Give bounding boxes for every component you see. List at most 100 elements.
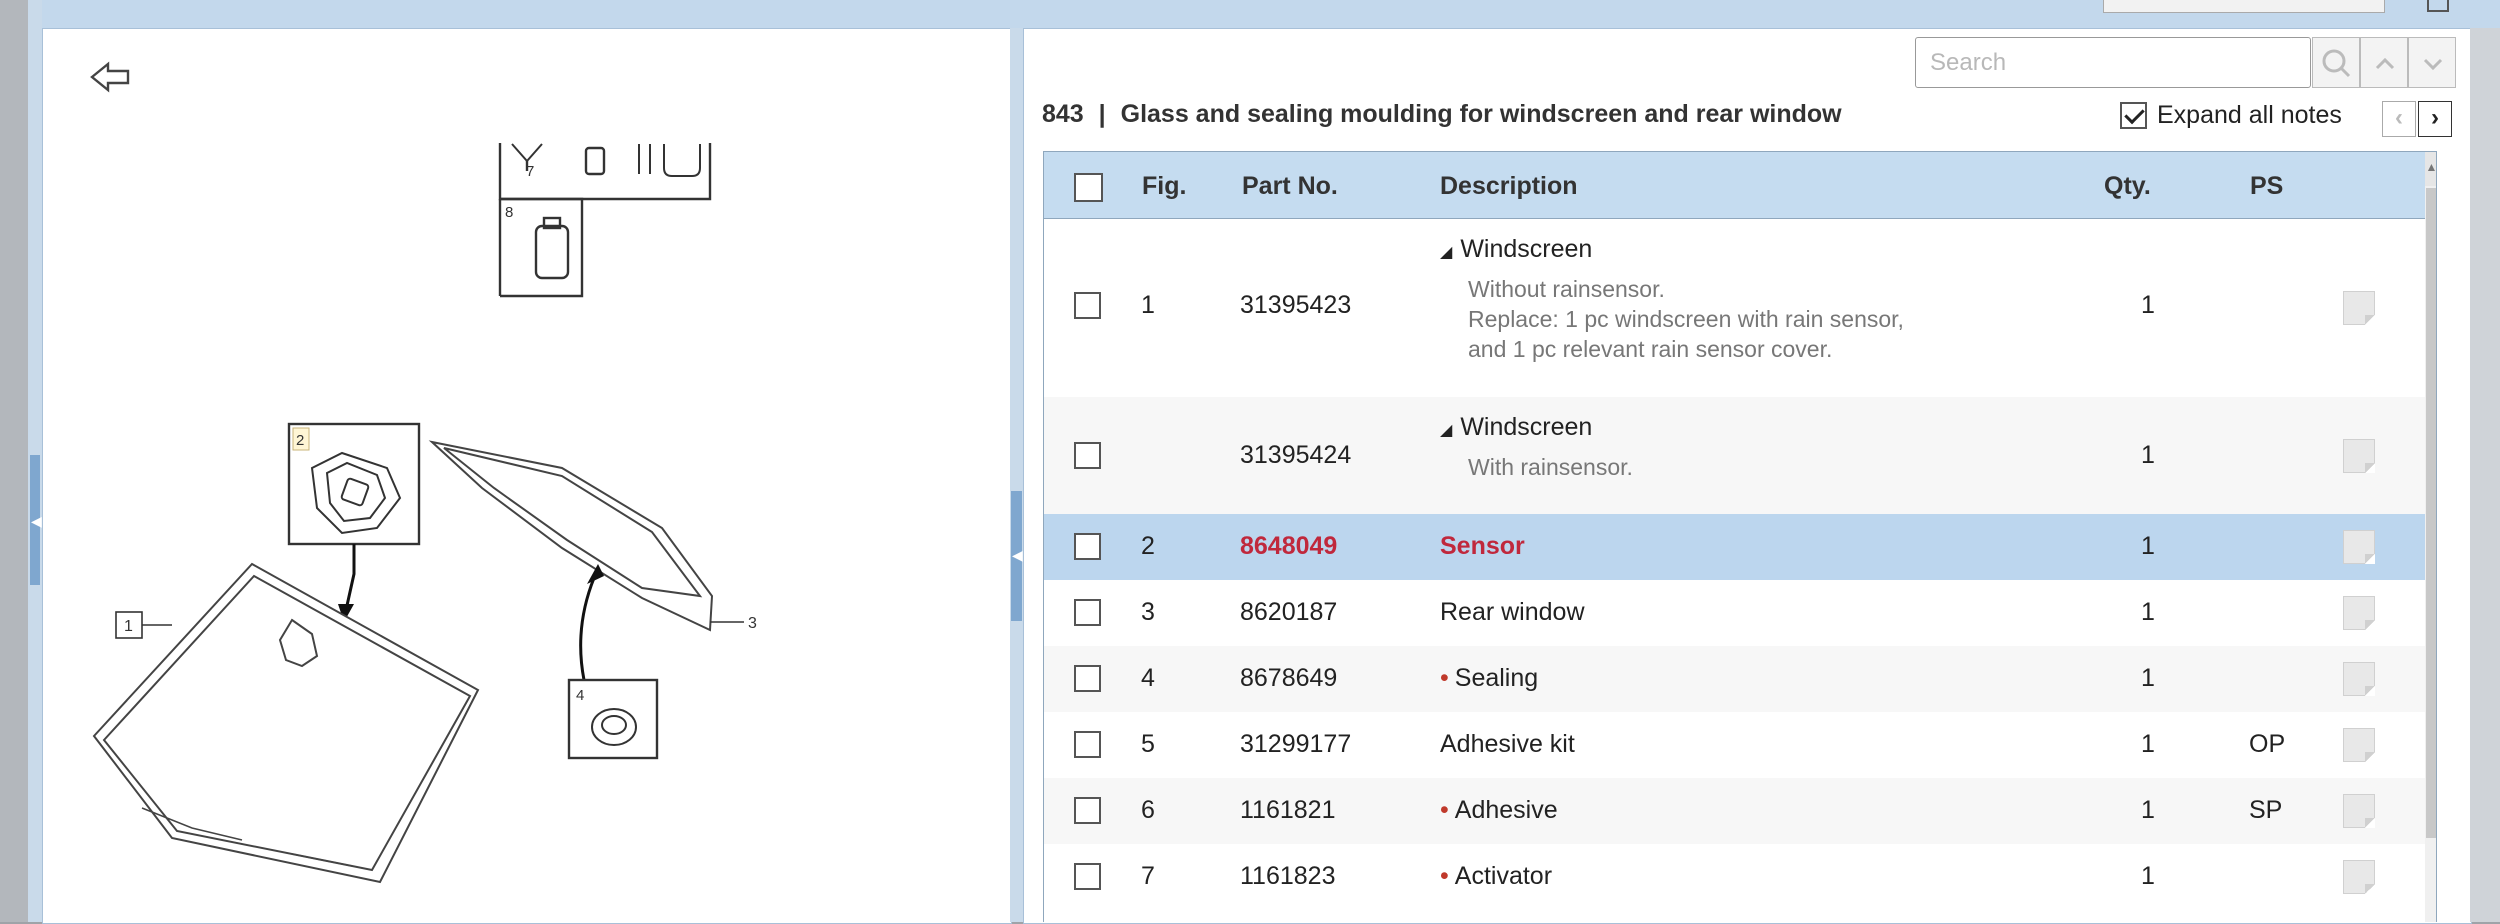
part-no-cell[interactable]: 31395424: [1240, 441, 1351, 470]
note-icon[interactable]: [2343, 860, 2375, 894]
prev-page-button[interactable]: ‹: [2382, 101, 2416, 137]
note-line: and 1 pc relevant rain sensor cover.: [1468, 336, 1833, 362]
part-no-cell[interactable]: 31395423: [1240, 291, 1351, 320]
table-header: Fig. Part No. Description Qty. PS: [1044, 152, 2425, 219]
qty-cell: 1: [2141, 598, 2155, 626]
note-icon[interactable]: [2343, 291, 2375, 325]
description-cell: Sensor: [1440, 532, 1525, 560]
row-checkbox[interactable]: [1074, 731, 1101, 758]
note-icon[interactable]: [2343, 728, 2375, 762]
note-icon[interactable]: [2343, 662, 2375, 696]
collapse-left-handle[interactable]: ◀: [30, 455, 42, 585]
description-text: Adhesive: [1454, 796, 1558, 824]
panel-splitter[interactable]: ◀: [1010, 28, 1023, 922]
title-separator: |: [1098, 100, 1106, 128]
chevron-down-icon: [2423, 58, 2443, 71]
table-row[interactable]: 1 31395423 ◢ Windscreen Without rainsenso…: [1044, 219, 2425, 397]
vertical-scrollbar[interactable]: ▲: [2425, 152, 2436, 922]
part-no-cell[interactable]: 8678649: [1240, 664, 1337, 693]
description-cell: Rear window: [1440, 598, 1585, 626]
description-text: Windscreen: [1460, 235, 1593, 263]
qty-cell: 1: [2141, 664, 2155, 692]
part-no-cell[interactable]: 1161821: [1240, 796, 1335, 825]
description-text: Windscreen: [1460, 413, 1593, 441]
fig-cell: 2: [1141, 532, 1155, 560]
expand-all-notes[interactable]: Expand all notes: [2120, 98, 2342, 132]
left-gutter: ◀: [0, 0, 42, 922]
select-all-checkbox[interactable]: [1074, 173, 1103, 202]
search-prev-button[interactable]: [2360, 37, 2408, 88]
right-gutter: [2470, 28, 2500, 922]
collapse-triangle-icon[interactable]: ◢: [1440, 422, 1452, 439]
row-checkbox[interactable]: [1074, 599, 1101, 626]
row-checkbox[interactable]: [1074, 797, 1101, 824]
ps-cell: SP: [2249, 796, 2283, 824]
scrollbar-thumb[interactable]: [2426, 188, 2436, 838]
chevron-left-icon: ◀: [1012, 547, 1023, 563]
row-checkbox[interactable]: [1074, 863, 1101, 890]
fig-cell: 5: [1141, 730, 1155, 758]
table-row-selected[interactable]: 2 8648049 Sensor 1: [1044, 514, 2425, 580]
part-no-cell[interactable]: 8648049: [1240, 532, 1337, 561]
collapse-triangle-icon[interactable]: ◢: [1440, 244, 1452, 261]
row-checkbox[interactable]: [1074, 665, 1101, 692]
qty-cell: 1: [2141, 796, 2155, 824]
ps-cell: OP: [2249, 730, 2286, 758]
qty-cell: 1: [2141, 441, 2155, 469]
callout-1: 1: [124, 618, 133, 635]
qty-cell: 1: [2141, 291, 2155, 319]
header-part-no[interactable]: Part No.: [1242, 172, 1338, 201]
part-no-cell[interactable]: 31299177: [1240, 730, 1351, 759]
bullet-icon: •: [1440, 796, 1449, 824]
expand-all-checkbox[interactable]: [2120, 101, 2147, 129]
collapse-handle[interactable]: ◀: [1011, 491, 1023, 621]
table-row[interactable]: 6 1161821 • Adhesive 1 SP: [1044, 778, 2425, 844]
part-no-cell[interactable]: 8620187: [1240, 598, 1337, 627]
search-input[interactable]: [1915, 37, 2311, 88]
search-next-button[interactable]: [2408, 37, 2456, 88]
description-cell: ◢ Windscreen With rainsensor.: [1440, 413, 1633, 482]
note-icon[interactable]: [2343, 794, 2375, 828]
chevron-right-icon: ›: [2431, 104, 2439, 131]
description-cell: Adhesive kit: [1440, 730, 1575, 758]
callout-4: 4: [576, 687, 584, 704]
search-icon: [2322, 49, 2351, 78]
top-toolbar-strip: [0, 0, 2500, 28]
fig-cell: 7: [1141, 862, 1155, 890]
toolbar-button[interactable]: [2103, 0, 2385, 13]
table-row[interactable]: 31395424 ◢ Windscreen With rainsensor. 1: [1044, 397, 2425, 514]
qty-cell: 1: [2141, 730, 2155, 758]
description-text: Activator: [1454, 862, 1553, 890]
row-checkbox[interactable]: [1074, 442, 1101, 469]
parts-illustration: 7 8 2 1 3 4: [92, 143, 757, 884]
callout-2: 2: [296, 432, 304, 449]
header-qty[interactable]: Qty.: [2104, 172, 2151, 201]
header-fig[interactable]: Fig.: [1142, 172, 1186, 201]
table-row[interactable]: 7 1161823 • Activator 1: [1044, 844, 2425, 910]
search-button[interactable]: [2312, 37, 2360, 88]
table-row[interactable]: 4 8678649 • Sealing 1: [1044, 646, 2425, 712]
table-row[interactable]: 3 8620187 Rear window 1: [1044, 580, 2425, 646]
arrow-to-rear-window: [579, 577, 596, 681]
grommet-part: [591, 708, 637, 746]
note-icon[interactable]: [2343, 596, 2375, 630]
scroll-up-icon[interactable]: ▲: [2425, 152, 2436, 186]
row-checkbox[interactable]: [1074, 292, 1101, 319]
page-title: 843 | Glass and sealing moulding for win…: [1042, 100, 1842, 129]
expand-all-label: Expand all notes: [2157, 100, 2342, 129]
part-no-cell[interactable]: 1161823: [1240, 862, 1335, 891]
bullet-icon: •: [1440, 664, 1449, 692]
next-page-button[interactable]: ›: [2418, 101, 2452, 137]
header-description[interactable]: Description: [1440, 172, 1578, 201]
parts-table: Fig. Part No. Description Qty. PS 1 3139…: [1043, 151, 2437, 922]
qty-cell: 1: [2141, 862, 2155, 890]
callout-3: 3: [748, 615, 757, 632]
chevron-left-icon: ‹: [2395, 104, 2403, 131]
note-icon[interactable]: [2343, 530, 2375, 564]
note-icon[interactable]: [2343, 439, 2375, 473]
table-row[interactable]: 5 31299177 Adhesive kit 1 OP: [1044, 712, 2425, 778]
note-line: Replace: 1 pc windscreen with rain senso…: [1468, 306, 1904, 332]
header-ps[interactable]: PS: [2250, 172, 2283, 201]
print-icon[interactable]: [2427, 0, 2449, 12]
row-checkbox[interactable]: [1074, 533, 1101, 560]
